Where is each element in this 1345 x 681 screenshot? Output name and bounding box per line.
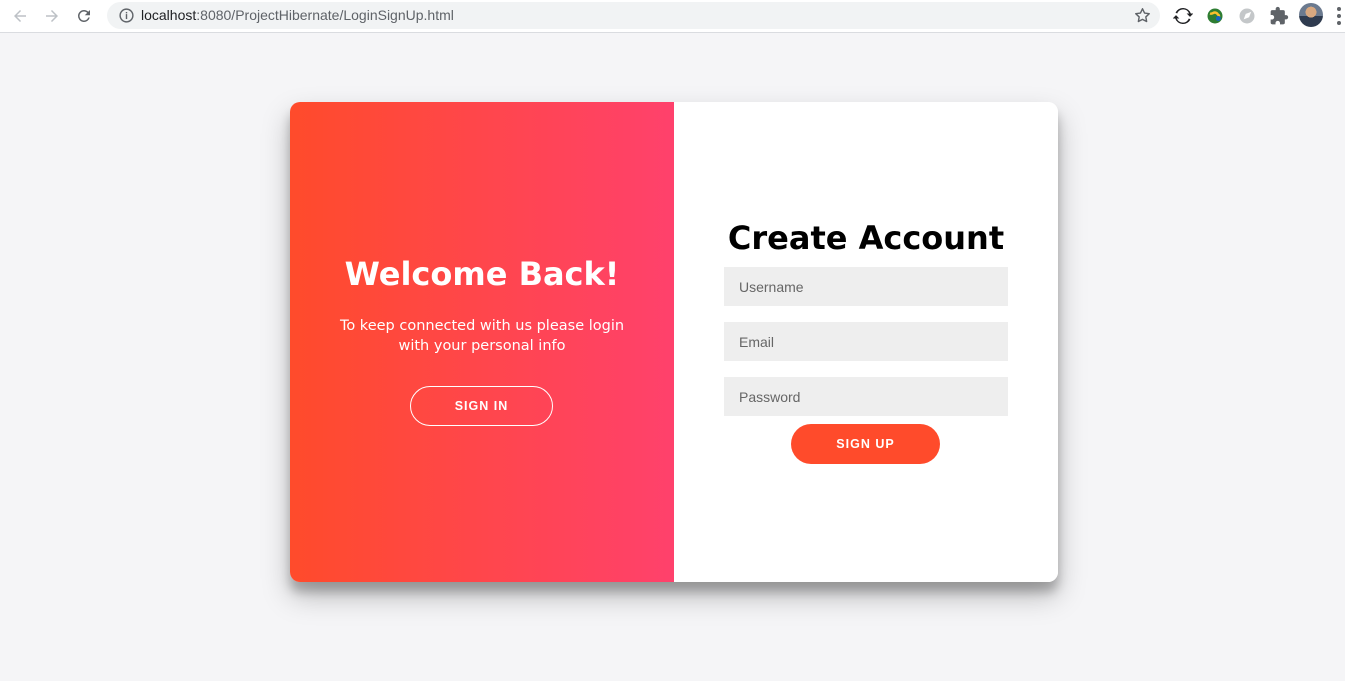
sync-extension-icon[interactable] bbox=[1171, 4, 1195, 28]
sign-in-button[interactable]: SIGN IN bbox=[410, 386, 553, 426]
username-field[interactable] bbox=[724, 267, 1008, 306]
url-path: :8080/ProjectHibernate/LoginSignUp.html bbox=[196, 7, 454, 23]
welcome-title: Welcome Back! bbox=[344, 255, 620, 293]
welcome-overlay-panel: Welcome Back! To keep connected with us … bbox=[290, 102, 674, 582]
auth-card: Welcome Back! To keep connected with us … bbox=[290, 102, 1058, 582]
welcome-text: To keep connected with us please login w… bbox=[339, 318, 625, 354]
info-icon[interactable] bbox=[118, 7, 135, 24]
email-field[interactable] bbox=[724, 322, 1008, 361]
address-bar[interactable]: localhost:8080/ProjectHibernate/LoginSig… bbox=[107, 2, 1160, 29]
globe-extension-icon[interactable] bbox=[1203, 4, 1227, 28]
kebab-menu-icon[interactable] bbox=[1336, 6, 1342, 26]
browser-toolbar: localhost:8080/ProjectHibernate/LoginSig… bbox=[0, 0, 1345, 33]
profile-avatar[interactable] bbox=[1299, 3, 1323, 27]
puzzle-extension-icon[interactable] bbox=[1267, 4, 1291, 28]
forward-arrow-icon[interactable] bbox=[39, 3, 65, 29]
compass-extension-icon[interactable] bbox=[1235, 4, 1259, 28]
signup-form-panel: Create Account SIGN UP bbox=[674, 102, 1058, 582]
star-icon[interactable] bbox=[1133, 6, 1152, 25]
create-account-title: Create Account bbox=[727, 219, 1005, 257]
back-arrow-icon[interactable] bbox=[7, 3, 33, 29]
url-text[interactable]: localhost:8080/ProjectHibernate/LoginSig… bbox=[141, 7, 454, 23]
sign-up-button[interactable]: SIGN UP bbox=[791, 424, 940, 464]
url-host: localhost bbox=[141, 7, 197, 23]
reload-icon[interactable] bbox=[71, 3, 97, 29]
password-field[interactable] bbox=[724, 377, 1008, 416]
